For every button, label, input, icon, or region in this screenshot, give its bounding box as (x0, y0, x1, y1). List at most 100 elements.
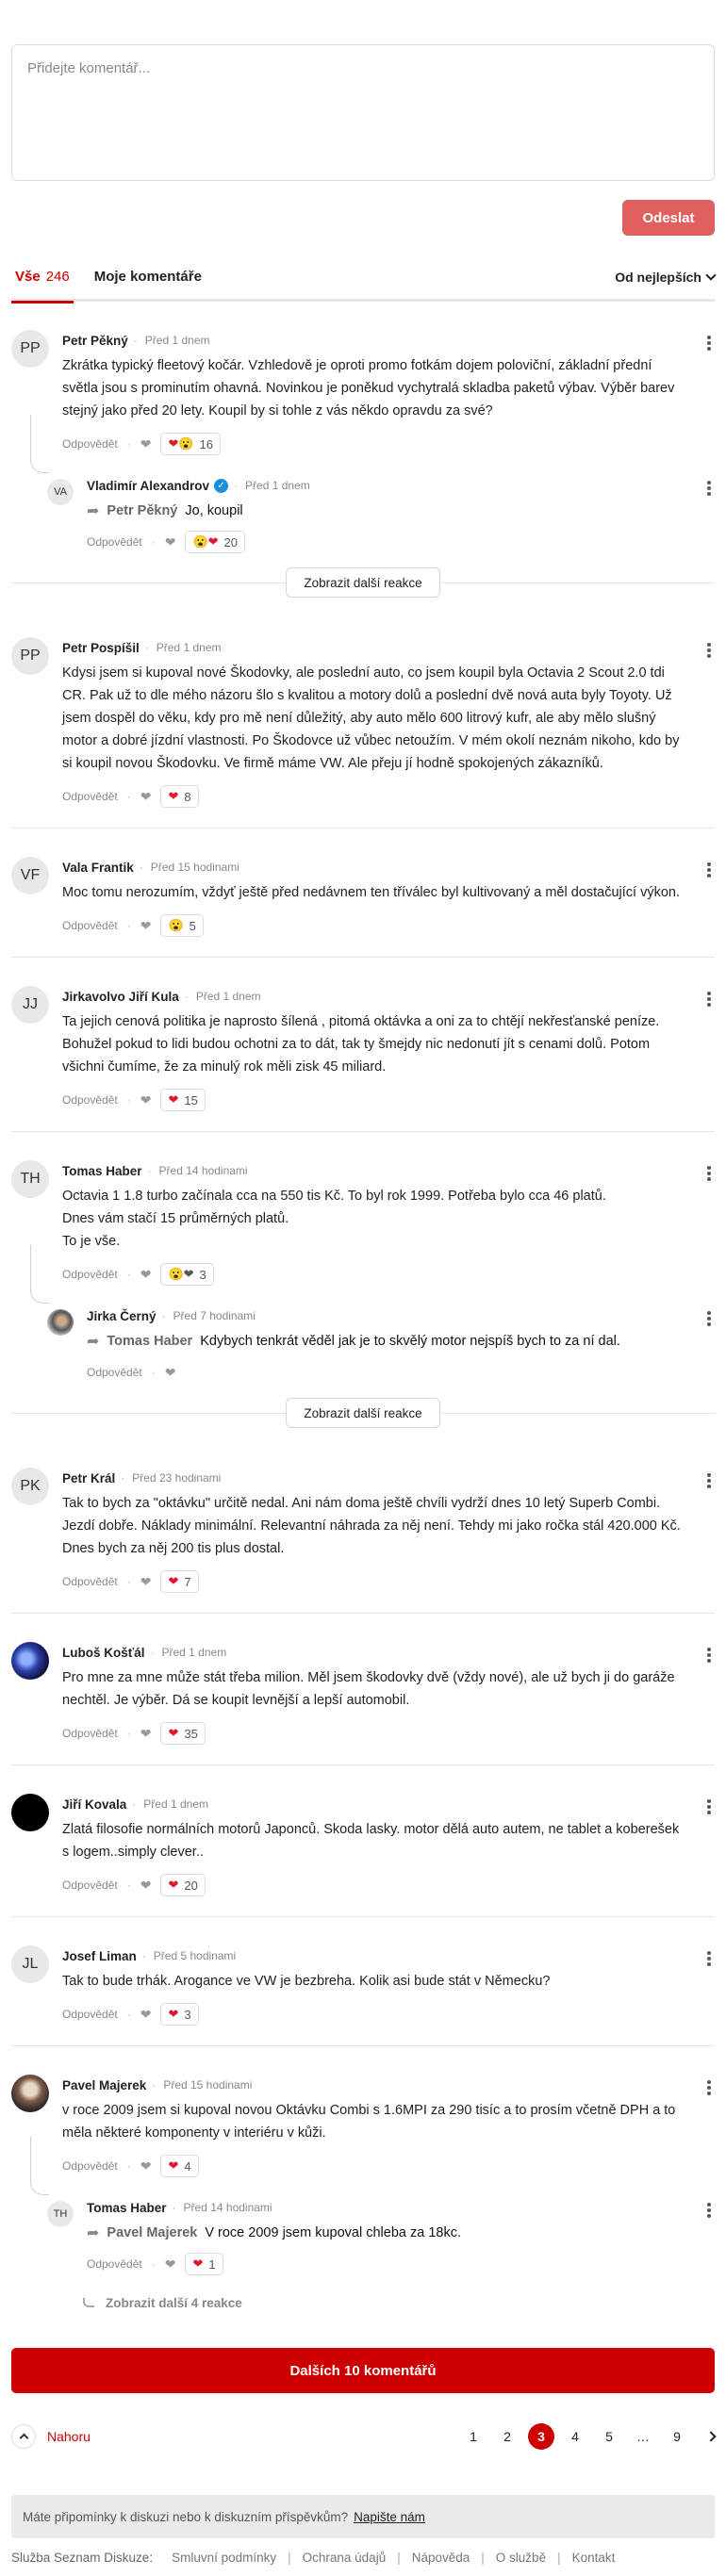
more-options-icon[interactable] (707, 992, 711, 1007)
heart-icon[interactable]: ❤ (140, 436, 152, 452)
reply-button[interactable]: Odpovědět (62, 1879, 118, 1892)
more-options-icon[interactable] (707, 1951, 711, 1966)
comment-author[interactable]: Luboš Košťál (62, 1646, 144, 1660)
page-link-current[interactable]: 3 (528, 2423, 554, 2450)
avatar[interactable] (11, 2075, 49, 2112)
reply-button[interactable]: Odpovědět (87, 2257, 142, 2271)
more-options-icon[interactable] (707, 1648, 711, 1663)
avatar[interactable]: JJ (11, 986, 49, 1024)
load-more-comments-button[interactable]: Dalších 10 komentářů (11, 2348, 715, 2393)
show-more-reactions-button[interactable]: Zobrazit další reakce (286, 1398, 440, 1428)
heart-icon[interactable]: ❤ (165, 1365, 176, 1381)
reaction-badge[interactable]: 😮❤ 20 (185, 531, 246, 553)
page-link[interactable]: 4 (562, 2423, 588, 2450)
heart-icon[interactable]: ❤ (165, 2256, 176, 2272)
reaction-badge[interactable]: ❤😮 16 (160, 433, 222, 455)
comment-author[interactable]: Petr Pěkný (62, 334, 128, 348)
footer-link-help[interactable]: Nápověda (412, 2551, 470, 2565)
avatar[interactable]: PK (11, 1468, 49, 1505)
avatar[interactable]: PP (11, 637, 49, 675)
show-more-replies-link[interactable]: Zobrazit další 4 reakce (83, 2278, 715, 2327)
send-button[interactable]: Odeslat (622, 200, 715, 236)
reaction-badge[interactable]: ❤ 20 (160, 1874, 206, 1896)
more-options-icon[interactable] (707, 336, 711, 351)
more-options-icon[interactable] (707, 2080, 711, 2095)
heart-icon[interactable]: ❤ (140, 1574, 152, 1590)
reaction-badge[interactable]: ❤ 15 (160, 1089, 206, 1111)
comment-author[interactable]: Josef Liman (62, 1949, 137, 1963)
reaction-badge[interactable]: ❤ 35 (160, 1722, 206, 1745)
avatar[interactable] (11, 1794, 49, 1831)
reply-button[interactable]: Odpovědět (62, 1575, 118, 1588)
heart-icon[interactable]: ❤ (140, 1878, 152, 1894)
comment-input[interactable] (27, 60, 699, 165)
heart-icon[interactable]: ❤ (140, 2158, 152, 2174)
more-options-icon[interactable] (707, 643, 711, 658)
comment-author[interactable]: Jirkavolvo Jiří Kula (62, 990, 179, 1004)
heart-icon[interactable]: ❤ (140, 1092, 152, 1108)
reply-button[interactable]: Odpovědět (62, 1268, 118, 1281)
tab-my-comments[interactable]: Moje komentáře (94, 254, 202, 301)
avatar[interactable] (11, 1642, 49, 1680)
page-link[interactable]: 5 (596, 2423, 622, 2450)
chevron-right-icon[interactable] (705, 2431, 717, 2442)
heart-icon[interactable]: ❤ (140, 789, 152, 805)
reply-button[interactable]: Odpovědět (62, 919, 118, 932)
avatar[interactable] (47, 1309, 74, 1336)
reaction-badge[interactable]: ❤ 3 (160, 2003, 199, 2026)
footer-link-terms[interactable]: Smluvní podmínky (172, 2551, 276, 2565)
more-options-icon[interactable] (707, 481, 711, 496)
tab-all[interactable]: Vše 246 (11, 254, 74, 304)
page-link[interactable]: 1 (460, 2423, 487, 2450)
page-link[interactable]: 9 (664, 2423, 690, 2450)
scroll-top-link[interactable]: Nahoru (11, 2424, 91, 2449)
comment-author[interactable]: Pavel Majerek (62, 2078, 146, 2092)
show-more-reactions-button[interactable]: Zobrazit další reakce (286, 567, 440, 598)
comment-author[interactable]: Petr Pospíšil (62, 641, 140, 655)
reply-button[interactable]: Odpovědět (62, 790, 118, 803)
page-link[interactable]: 2 (494, 2423, 520, 2450)
reaction-badge[interactable]: 😮 5 (160, 914, 204, 937)
avatar[interactable]: JL (11, 1945, 49, 1983)
more-options-icon[interactable] (707, 1473, 711, 1488)
heart-icon[interactable]: ❤ (140, 918, 152, 934)
avatar[interactable]: TH (11, 1160, 49, 1198)
heart-icon[interactable]: ❤ (140, 1726, 152, 1742)
reply-button[interactable]: Odpovědět (62, 2159, 118, 2173)
comment-author[interactable]: Vladimír Alexandrov (87, 479, 209, 493)
more-options-icon[interactable] (707, 1799, 711, 1814)
reaction-badge[interactable]: 😮❤ 3 (160, 1263, 214, 1286)
more-options-icon[interactable] (707, 1311, 711, 1326)
comment-composer[interactable] (11, 44, 715, 181)
reply-button[interactable]: Odpovědět (87, 1366, 142, 1379)
comment-author[interactable]: Tomas Haber (87, 2201, 167, 2215)
reply-target[interactable]: Pavel Majerek (107, 2225, 197, 2240)
comment-author[interactable]: Jirka Černý (87, 1309, 157, 1323)
footer-link-about[interactable]: O službě (496, 2551, 546, 2565)
reply-target[interactable]: Petr Pěkný (107, 503, 177, 518)
feedback-link[interactable]: Napište nám (354, 2510, 425, 2524)
avatar[interactable]: TH (47, 2201, 74, 2227)
heart-icon[interactable]: ❤ (140, 2007, 152, 2023)
more-options-icon[interactable] (707, 1166, 711, 1181)
reply-button[interactable]: Odpovědět (62, 1093, 118, 1107)
avatar[interactable]: PP (11, 330, 49, 368)
more-options-icon[interactable] (707, 2203, 711, 2218)
avatar[interactable]: VF (11, 857, 49, 894)
footer-link-contact[interactable]: Kontakt (572, 2551, 616, 2565)
heart-icon[interactable]: ❤ (165, 534, 176, 550)
avatar[interactable]: VA (47, 479, 74, 505)
heart-icon[interactable]: ❤ (140, 1267, 152, 1283)
reply-button[interactable]: Odpovědět (62, 2008, 118, 2021)
comment-author[interactable]: Vala Frantik (62, 861, 134, 875)
reply-button[interactable]: Odpovědět (62, 437, 118, 451)
reply-button[interactable]: Odpovědět (62, 1727, 118, 1740)
reaction-badge[interactable]: ❤ 1 (185, 2253, 223, 2275)
sort-dropdown[interactable]: Od nejlepších (615, 270, 717, 285)
reaction-badge[interactable]: ❤ 4 (160, 2155, 199, 2177)
comment-author[interactable]: Petr Král (62, 1471, 115, 1485)
more-options-icon[interactable] (707, 862, 711, 878)
reaction-badge[interactable]: ❤ 8 (160, 785, 199, 808)
footer-link-privacy[interactable]: Ochrana údajů (303, 2551, 387, 2565)
comment-author[interactable]: Tomas Haber (62, 1164, 142, 1178)
